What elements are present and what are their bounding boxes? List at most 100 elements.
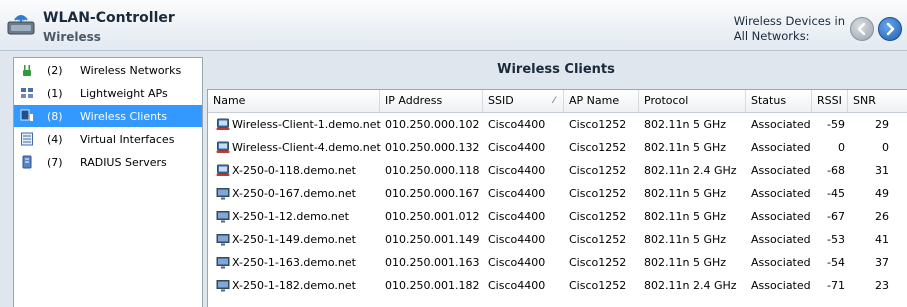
arrow-right-icon (886, 22, 895, 36)
server-icon (22, 155, 32, 169)
cell-status: Associated (751, 118, 811, 131)
sidebar-item-label: Lightweight APs (80, 87, 168, 100)
column-header-ssid[interactable]: SSID ⁄ (483, 90, 564, 112)
sidebar-item-count: (2) (47, 64, 63, 77)
column-header-rssi[interactable]: RSSI (812, 90, 848, 112)
cell-protocol: 802.11n 2.4 GHz (644, 164, 737, 177)
network-icon (23, 65, 31, 76)
cell-ip: 010.250.001.149 (385, 233, 480, 246)
cell-status: Associated (751, 279, 811, 292)
cell-protocol: 802.11n 5 GHz (644, 210, 727, 223)
table-row[interactable]: X-250-0-167.demo.net 010.250.000.167 Cisco… (208, 182, 907, 205)
sidebar-item-virtual-interfaces[interactable]: (4) Virtual Interfaces (14, 128, 202, 150)
cell-name: Wireless-Client-1.demo.net (232, 118, 381, 131)
app-header: WLAN-Controller Wireless Wireless Device… (0, 0, 907, 51)
clients-table: Name IP Address SSID ⁄ AP Name Protocol … (207, 89, 907, 307)
column-header-snr[interactable]: SNR (848, 90, 907, 112)
laptop-icon (216, 164, 230, 176)
cell-name: X-250-0-118.demo.net (232, 164, 356, 177)
cell-status: Associated (751, 187, 811, 200)
cell-ip: 010.250.000.132 (385, 141, 480, 154)
column-header-ssid-label: SSID (488, 94, 514, 107)
sidebar-item-label: Virtual Interfaces (80, 133, 175, 146)
cell-ap: Cisco1252 (569, 164, 627, 177)
cell-snr: 29 (875, 118, 889, 131)
client-icon (20, 109, 33, 121)
sidebar: (2) Wireless Networks (1) Lightweight AP… (13, 57, 203, 307)
cell-ssid: Cisco4400 (488, 233, 546, 246)
cell-status: Associated (751, 210, 811, 223)
cell-protocol: 802.11n 5 GHz (644, 233, 727, 246)
devices-scope-label: Wireless Devices in All Networks: (734, 14, 845, 44)
cell-protocol: 802.11n 5 GHz (644, 118, 727, 131)
table-row[interactable]: Wireless-Client-4.demo.net 010.250.000.13… (208, 136, 907, 159)
table-row[interactable]: X-250-1-149.demo.net 010.250.001.149 Cisco… (208, 228, 907, 251)
cell-ap: Cisco1252 (569, 187, 627, 200)
sidebar-item-label: Wireless Networks (80, 64, 182, 77)
cell-ssid: Cisco4400 (488, 256, 546, 269)
wireless-router-icon (7, 15, 35, 35)
cell-snr: 49 (875, 187, 889, 200)
forward-button[interactable] (878, 17, 902, 41)
page-title: Wireless Clients (497, 62, 615, 77)
table-row[interactable]: X-250-1-163.demo.net 010.250.001.163 Cisco… (208, 251, 907, 274)
cell-name: X-250-1-149.demo.net (232, 233, 356, 246)
table-row[interactable]: Wireless-Client-1.demo.net 010.250.000.10… (208, 113, 907, 136)
cell-ssid: Cisco4400 (488, 210, 546, 223)
table-row[interactable]: X-250-0-118.demo.net 010.250.000.118 Cisco… (208, 159, 907, 182)
cell-ap: Cisco1252 (569, 118, 627, 131)
cell-ip: 010.250.000.102 (385, 118, 480, 131)
cell-ip: 010.250.000.167 (385, 187, 480, 200)
sort-icon: ⁄ (553, 96, 555, 106)
monitor-icon (216, 234, 230, 246)
column-header-ap-name[interactable]: AP Name (564, 90, 639, 112)
sidebar-item-wireless-clients[interactable]: (8) Wireless Clients (14, 105, 202, 127)
cell-rssi: -59 (827, 118, 845, 131)
monitor-icon (216, 280, 230, 292)
devices-line-2: All Networks: (733, 29, 810, 43)
sidebar-item-radius-servers[interactable]: (7) RADIUS Servers (14, 151, 202, 173)
sidebar-item-lightweight-aps[interactable]: (1) Lightweight APs (14, 82, 202, 104)
cell-ap: Cisco1252 (569, 279, 627, 292)
cell-protocol: 802.11n 5 GHz (644, 256, 727, 269)
devices-line-1: Wireless Devices in (733, 14, 845, 28)
cell-name: X-250-1-12.demo.net (232, 210, 349, 223)
cell-name: X-250-1-163.demo.net (232, 256, 356, 269)
table-row[interactable]: X-250-1-182.demo.net 010.250.001.182 Cisco… (208, 274, 907, 297)
column-header-ip-address[interactable]: IP Address (380, 90, 483, 112)
cell-snr: 26 (875, 210, 889, 223)
column-header-status[interactable]: Status (746, 90, 812, 112)
cell-ssid: Cisco4400 (488, 279, 546, 292)
cell-rssi: -53 (827, 233, 845, 246)
monitor-icon (216, 257, 230, 269)
column-header-name[interactable]: Name (208, 90, 380, 112)
sidebar-item-label: Wireless Clients (80, 110, 168, 123)
cell-snr: 31 (875, 164, 889, 177)
cell-name: Wireless-Client-4.demo.net (232, 141, 381, 154)
laptop-icon (216, 141, 230, 153)
cell-ap: Cisco1252 (569, 256, 627, 269)
column-header-protocol[interactable]: Protocol (639, 90, 746, 112)
cell-protocol: 802.11n 5 GHz (644, 141, 727, 154)
table-row[interactable]: X-250-1-12.demo.net 010.250.001.012 Cisco4… (208, 205, 907, 228)
cell-status: Associated (751, 164, 811, 177)
cell-rssi: -45 (827, 187, 845, 200)
cell-rssi: -71 (827, 279, 845, 292)
back-button[interactable] (850, 17, 874, 41)
cell-status: Associated (751, 233, 811, 246)
cell-ap: Cisco1252 (569, 141, 627, 154)
cell-ap: Cisco1252 (569, 233, 627, 246)
cell-ssid: Cisco4400 (488, 164, 546, 177)
cell-snr: 41 (875, 233, 889, 246)
cell-ip: 010.250.001.182 (385, 279, 480, 292)
access-point-icon (21, 88, 33, 98)
sidebar-item-wireless-networks[interactable]: (2) Wireless Networks (14, 59, 202, 81)
monitor-icon (216, 211, 230, 223)
monitor-icon (216, 188, 230, 200)
cell-status: Associated (751, 141, 811, 154)
arrow-left-icon (857, 22, 866, 36)
cell-snr: 0 (882, 141, 889, 154)
cell-ssid: Cisco4400 (488, 141, 546, 154)
cell-snr: 23 (875, 279, 889, 292)
sidebar-item-count: (8) (47, 110, 63, 123)
